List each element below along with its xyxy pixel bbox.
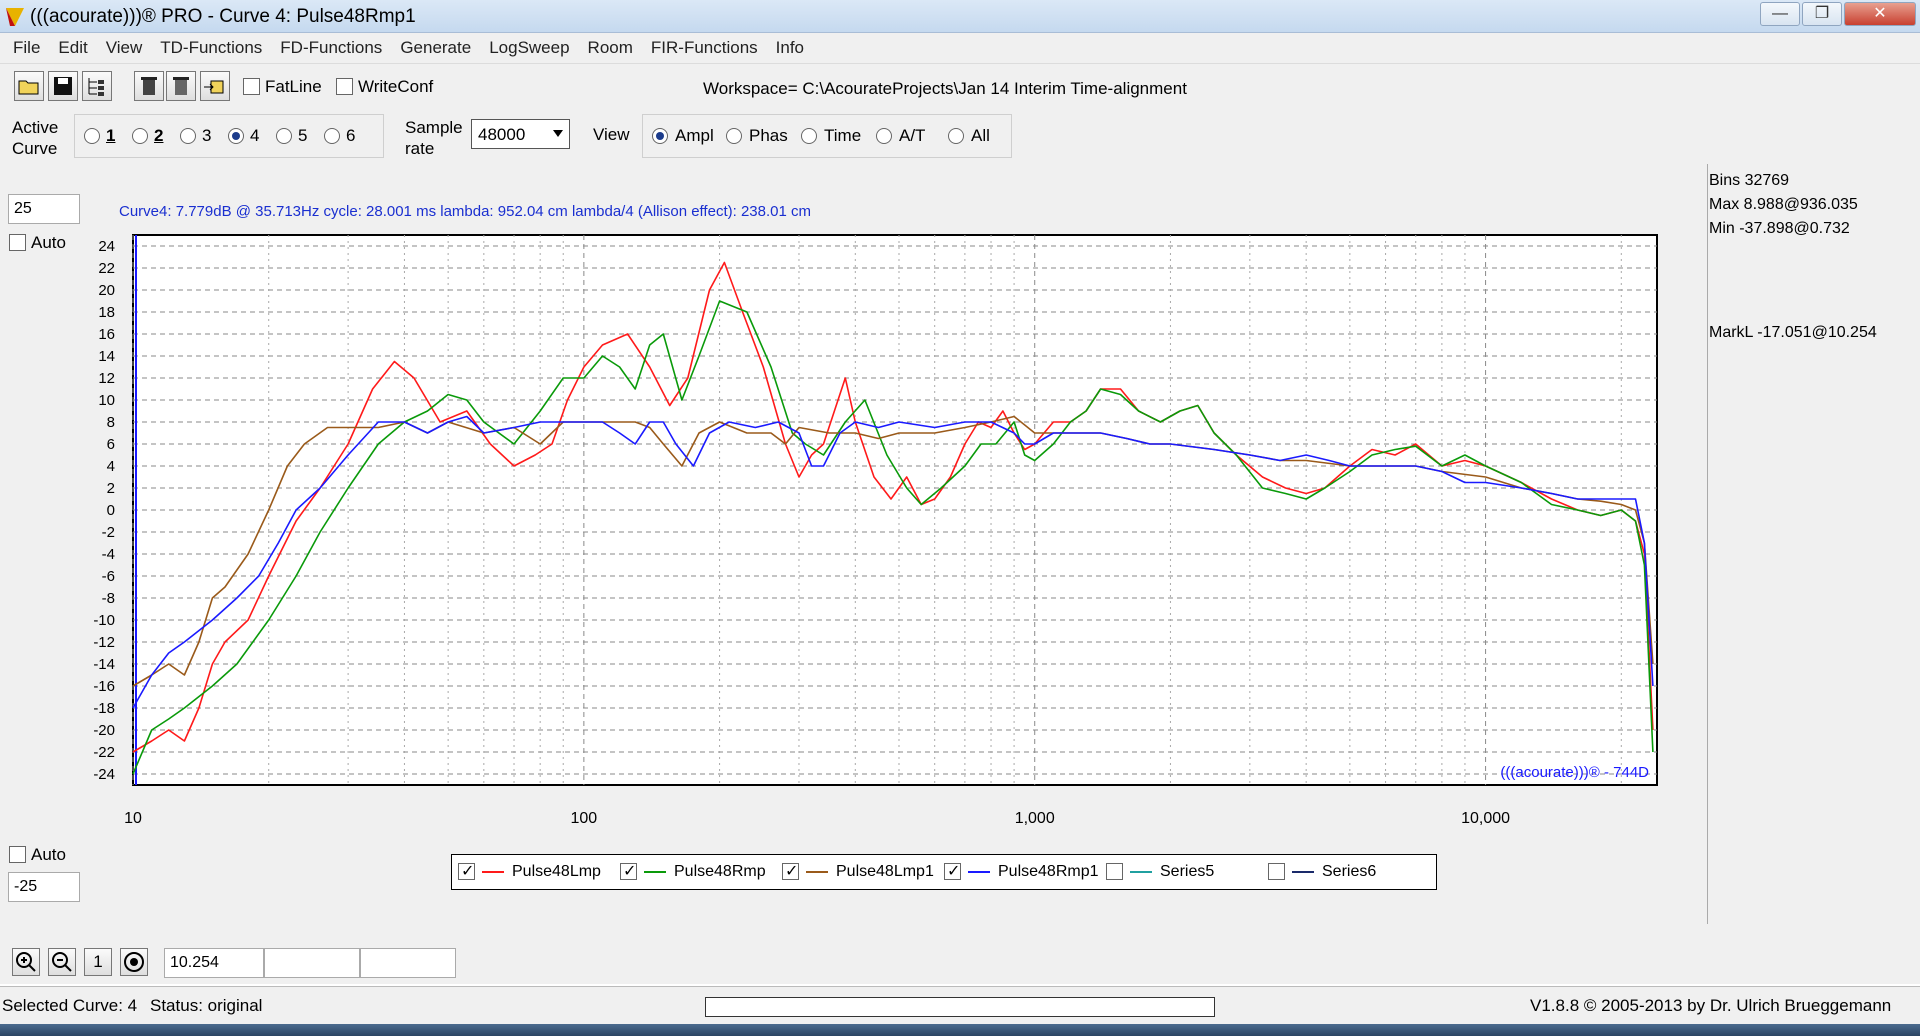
legend-label-2: Pulse48Rmp [674, 863, 766, 880]
y-tick-label: 22 [98, 260, 115, 277]
legend-checkbox-2[interactable] [620, 861, 637, 881]
chart-legend: Pulse48Lmp Pulse48Rmp Pulse48Lmp1 Pulse4… [451, 854, 1437, 890]
reset-zoom-button[interactable]: 1 [84, 948, 112, 976]
progress-bar [705, 997, 1215, 1017]
target-icon [124, 952, 144, 972]
y-tick-label: -20 [93, 722, 115, 739]
zoom-out-icon [52, 952, 72, 972]
selected-curve-status: Selected Curve: 4 [2, 996, 138, 1015]
legend-label-1: Pulse48Lmp [512, 863, 601, 880]
reset-zoom-label: 1 [93, 952, 103, 971]
zoom-in-icon [16, 952, 36, 972]
x-tick-label: 10 [124, 810, 142, 827]
legend-label-5: Series5 [1160, 863, 1215, 880]
y-tick-label: 6 [107, 436, 115, 453]
y-tick-label: -4 [102, 546, 115, 563]
legend-checkbox-3[interactable] [782, 861, 799, 881]
legend-checkbox-1[interactable] [458, 861, 475, 881]
auto-bottom-checkbox[interactable] [9, 846, 26, 863]
maximize-icon: ❐ [1814, 5, 1830, 22]
close-button[interactable]: ✕ [1844, 2, 1916, 26]
frequency-response-chart[interactable]: 242220181614121086420-2-4-6-8-10-12-14-1… [0, 0, 1700, 840]
y-tick-label: -14 [93, 656, 115, 673]
taskbar [0, 1024, 1920, 1036]
mark-field-3[interactable] [360, 948, 456, 978]
zoom-out-button[interactable] [48, 948, 76, 976]
y-tick-label: 4 [107, 458, 115, 475]
y-tick-label: 16 [98, 326, 115, 343]
legend-swatch-3 [806, 871, 828, 873]
y-tick-label: 14 [98, 348, 115, 365]
version-text: V1.8.8 © 2005-2013 by Dr. Ulrich Bruegge… [1530, 996, 1892, 1015]
x-tick-label: 1,000 [1015, 810, 1055, 827]
legend-label-4: Pulse48Rmp1 [998, 863, 1099, 880]
mark-value-input[interactable]: 10.254 [164, 948, 264, 978]
x-tick-label: 10,000 [1461, 810, 1510, 827]
target-button[interactable] [120, 948, 148, 976]
auto-bottom-label: Auto [31, 845, 66, 864]
y-tick-label: -2 [102, 524, 115, 541]
watermark-text: (((acourate)))® - 744D [1500, 764, 1649, 781]
y-tick-label: -10 [93, 612, 115, 629]
minimize-icon: — [1772, 5, 1788, 22]
status-text: Status: original [150, 996, 263, 1015]
y-min-input[interactable]: -25 [8, 872, 80, 902]
statistics-panel: Bins 32769 Max 8.988@936.035 Min -37.898… [1707, 164, 1920, 924]
legend-swatch-6 [1292, 871, 1314, 873]
x-tick-label: 100 [571, 810, 598, 827]
y-tick-label: -8 [102, 590, 115, 607]
minimize-button[interactable]: — [1760, 2, 1800, 26]
y-tick-label: 20 [98, 282, 115, 299]
mark-field-2[interactable] [264, 948, 360, 978]
max-stat: Max 8.988@936.035 [1709, 196, 1858, 213]
y-tick-label: 18 [98, 304, 115, 321]
zoom-in-button[interactable] [12, 948, 40, 976]
legend-swatch-5 [1130, 871, 1152, 873]
markl-stat: MarkL -17.051@10.254 [1709, 324, 1877, 341]
y-tick-label: 2 [107, 480, 115, 497]
close-icon: ✕ [1873, 5, 1887, 22]
legend-swatch-4 [968, 871, 990, 873]
legend-checkbox-4[interactable] [944, 861, 961, 881]
legend-swatch-1 [482, 871, 504, 873]
maximize-button[interactable]: ❐ [1802, 2, 1842, 26]
legend-checkbox-6[interactable] [1268, 863, 1285, 880]
y-tick-label: 12 [98, 370, 115, 387]
y-tick-label: -18 [93, 700, 115, 717]
legend-checkbox-5[interactable] [1106, 863, 1123, 880]
y-tick-label: 0 [107, 502, 115, 519]
bottom-toolbar: 1 10.254 [0, 944, 1920, 984]
y-tick-label: 8 [107, 414, 115, 431]
min-stat: Min -37.898@0.732 [1709, 220, 1850, 237]
legend-label-3: Pulse48Lmp1 [836, 863, 934, 880]
legend-swatch-2 [644, 871, 666, 873]
y-tick-label: -16 [93, 678, 115, 695]
y-tick-label: -12 [93, 634, 115, 651]
y-tick-label: -24 [93, 766, 115, 783]
y-tick-label: -6 [102, 568, 115, 585]
status-bar: Selected Curve: 4 Status: original V1.8.… [0, 986, 1920, 1024]
bins-stat: Bins 32769 [1709, 172, 1790, 189]
y-tick-label: 24 [98, 238, 115, 255]
y-tick-label: 10 [98, 392, 115, 409]
y-tick-label: -22 [93, 744, 115, 761]
legend-label-6: Series6 [1322, 863, 1377, 880]
